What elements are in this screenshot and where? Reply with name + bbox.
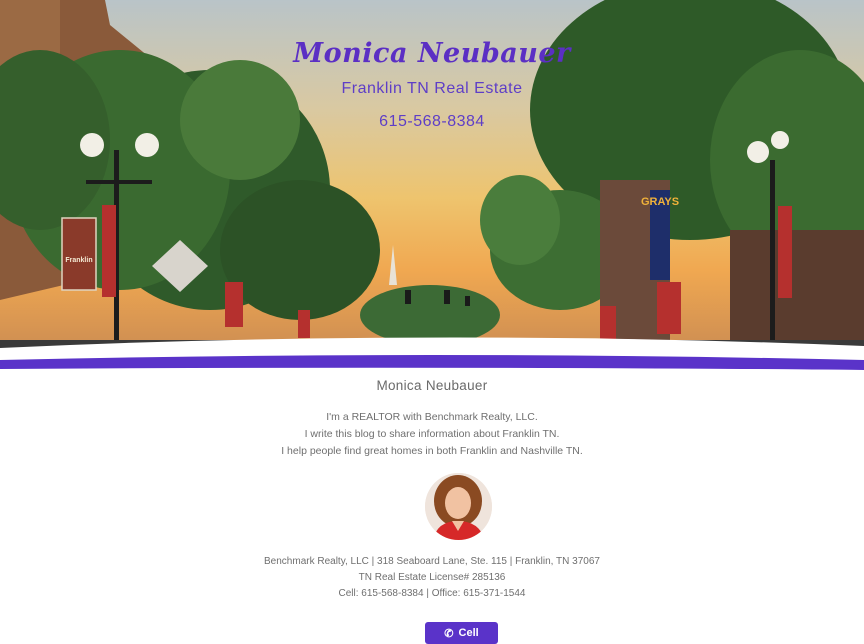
phone-icon: ✆ xyxy=(444,627,454,640)
bio-line: I'm a REALTOR with Benchmark Realty, LLC… xyxy=(326,411,538,423)
hero-phone-link[interactable]: 615-568-8384 xyxy=(252,113,612,131)
bio-line: I help people find great homes in both F… xyxy=(281,445,583,457)
profile-bio: I'm a REALTOR with Benchmark Realty, LLC… xyxy=(0,409,864,460)
contact-info: Benchmark Realty, LLC | 318 Seaboard Lan… xyxy=(0,554,864,602)
avatar xyxy=(425,473,492,540)
profile-name: Monica Neubauer xyxy=(376,378,488,393)
wave-divider xyxy=(0,336,864,376)
hero-title: Monica Neubauer xyxy=(293,38,571,69)
bio-line: I write this blog to share information a… xyxy=(304,428,560,440)
contact-line-phones: Cell: 615-568-8384 | Office: 615-371-154… xyxy=(338,588,526,599)
hero-text-block: Monica Neubauer Franklin TN Real Estate … xyxy=(0,0,864,340)
contact-line-license: TN Real Estate License# 285136 xyxy=(358,572,506,583)
cell-button[interactable]: ✆ Cell xyxy=(425,622,498,644)
contact-line-address: Benchmark Realty, LLC | 318 Seaboard Lan… xyxy=(264,556,600,567)
hero-subtitle: Franklin TN Real Estate xyxy=(341,80,523,97)
cell-button-label: Cell xyxy=(458,627,479,639)
hero-banner: GRAYS Franklin Monica Neubauer Franklin … xyxy=(0,0,864,360)
